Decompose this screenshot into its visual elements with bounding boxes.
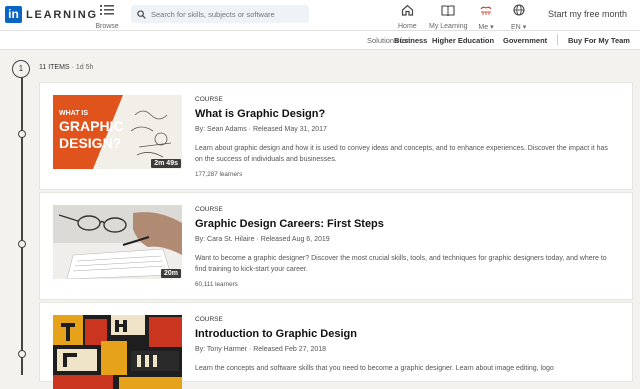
government-link[interactable]: Government xyxy=(503,36,547,45)
graphic-design-thumbnail-art: WHAT IS GRAPHIC DESIGN? xyxy=(53,95,182,169)
higher-education-link[interactable]: Higher Education xyxy=(432,36,494,45)
avatar-icon xyxy=(479,5,493,15)
me-label: Me ▾ xyxy=(478,24,494,31)
items-count: 11 ITEMS xyxy=(39,64,70,71)
careers-thumbnail-art xyxy=(53,205,182,279)
course-thumbnail[interactable]: 20m xyxy=(53,205,182,279)
course-description: Want to become a graphic designer? Disco… xyxy=(195,255,607,273)
course-description: Learn about graphic design and how it is… xyxy=(195,145,608,163)
browse-list-icon xyxy=(100,5,114,15)
nav-my-learning[interactable]: My Learning xyxy=(429,3,468,30)
thumb-text-line-1: WHAT IS xyxy=(59,110,88,117)
timeline-step-marker: 1 xyxy=(12,60,30,78)
learner-count: 177,287 learners xyxy=(195,171,243,178)
learner-count: 60,111 learners xyxy=(195,281,238,288)
course-thumbnail[interactable] xyxy=(53,315,182,389)
nav-language[interactable]: EN ▾ xyxy=(511,3,526,31)
content-type-label: COURSE xyxy=(195,316,223,323)
search-input[interactable] xyxy=(151,9,301,19)
browse-label: Browse xyxy=(95,23,119,30)
business-link[interactable]: Business xyxy=(394,36,427,45)
timeline-dot xyxy=(18,350,26,358)
path-duration: 1d 5h xyxy=(75,64,94,71)
logo-wordmark: LEARNING xyxy=(26,8,98,21)
course-meta: By: Cara St. Hilaire · Released Aug 6, 2… xyxy=(195,236,330,243)
content-type-label: COURSE xyxy=(195,96,223,103)
top-navigation: in LEARNING Browse Home My Learning xyxy=(0,0,640,31)
course-thumbnail[interactable]: WHAT IS GRAPHIC DESIGN? 2m 49s xyxy=(53,95,182,169)
path-summary: 11 ITEMS · 1d 5h xyxy=(39,64,93,71)
language-label: EN ▾ xyxy=(511,24,527,31)
course-title[interactable]: What is Graphic Design? xyxy=(195,108,325,120)
timeline-dot xyxy=(18,130,26,138)
course-title[interactable]: Graphic Design Careers: First Steps xyxy=(195,218,384,230)
browse-button[interactable]: Browse xyxy=(94,3,120,30)
linkedin-logo-icon: in xyxy=(5,6,22,23)
course-card[interactable]: WHAT IS GRAPHIC DESIGN? 2m 49s COURSE Wh… xyxy=(39,82,633,190)
timeline-line xyxy=(21,75,23,375)
course-release-date: Released Aug 6, 2019 xyxy=(260,236,330,243)
nav-me[interactable]: Me ▾ xyxy=(478,3,494,31)
home-icon xyxy=(401,4,413,16)
course-meta: By: Tony Harmer · Released Feb 27, 2018 xyxy=(195,346,326,353)
divider xyxy=(557,34,558,45)
typography-thumbnail-art xyxy=(53,315,182,389)
buy-for-team-link[interactable]: Buy For My Team xyxy=(568,36,630,45)
book-icon xyxy=(441,5,455,17)
globe-icon xyxy=(513,4,525,16)
start-free-month-link[interactable]: Start my free month xyxy=(548,9,627,19)
course-author[interactable]: By: Tony Harmer xyxy=(195,346,247,353)
chevron-down-icon: ▾ xyxy=(522,24,527,31)
nav-home[interactable]: Home xyxy=(398,3,417,30)
home-label: Home xyxy=(398,23,417,30)
search-icon xyxy=(137,9,146,19)
timeline-dot xyxy=(18,240,26,248)
chevron-down-icon: ▾ xyxy=(490,24,494,31)
course-author[interactable]: By: Cara St. Hilaire xyxy=(195,236,255,243)
search-box[interactable] xyxy=(131,5,309,23)
content-type-label: COURSE xyxy=(195,206,223,213)
course-meta: By: Sean Adams · Released May 31, 2017 xyxy=(195,126,327,133)
duration-badge: 20m xyxy=(160,269,181,278)
course-description: Learn the concepts and software skills t… xyxy=(195,365,554,372)
my-learning-label: My Learning xyxy=(429,23,468,30)
course-card[interactable]: COURSE Introduction to Graphic Design By… xyxy=(39,302,633,389)
thumb-text-line-2: GRAPHIC xyxy=(59,118,124,134)
course-release-date: Released Feb 27, 2018 xyxy=(253,346,327,353)
solutions-bar: Solutions for: Business Higher Education… xyxy=(0,31,640,50)
thumb-text-line-3: DESIGN? xyxy=(59,135,121,151)
course-release-date: Released May 31, 2017 xyxy=(253,126,327,133)
course-title[interactable]: Introduction to Graphic Design xyxy=(195,328,357,340)
duration-badge: 2m 49s xyxy=(151,159,181,168)
course-card[interactable]: 20m COURSE Graphic Design Careers: First… xyxy=(39,192,633,300)
linkedin-learning-logo[interactable]: in LEARNING xyxy=(5,6,98,23)
course-author[interactable]: By: Sean Adams xyxy=(195,126,247,133)
